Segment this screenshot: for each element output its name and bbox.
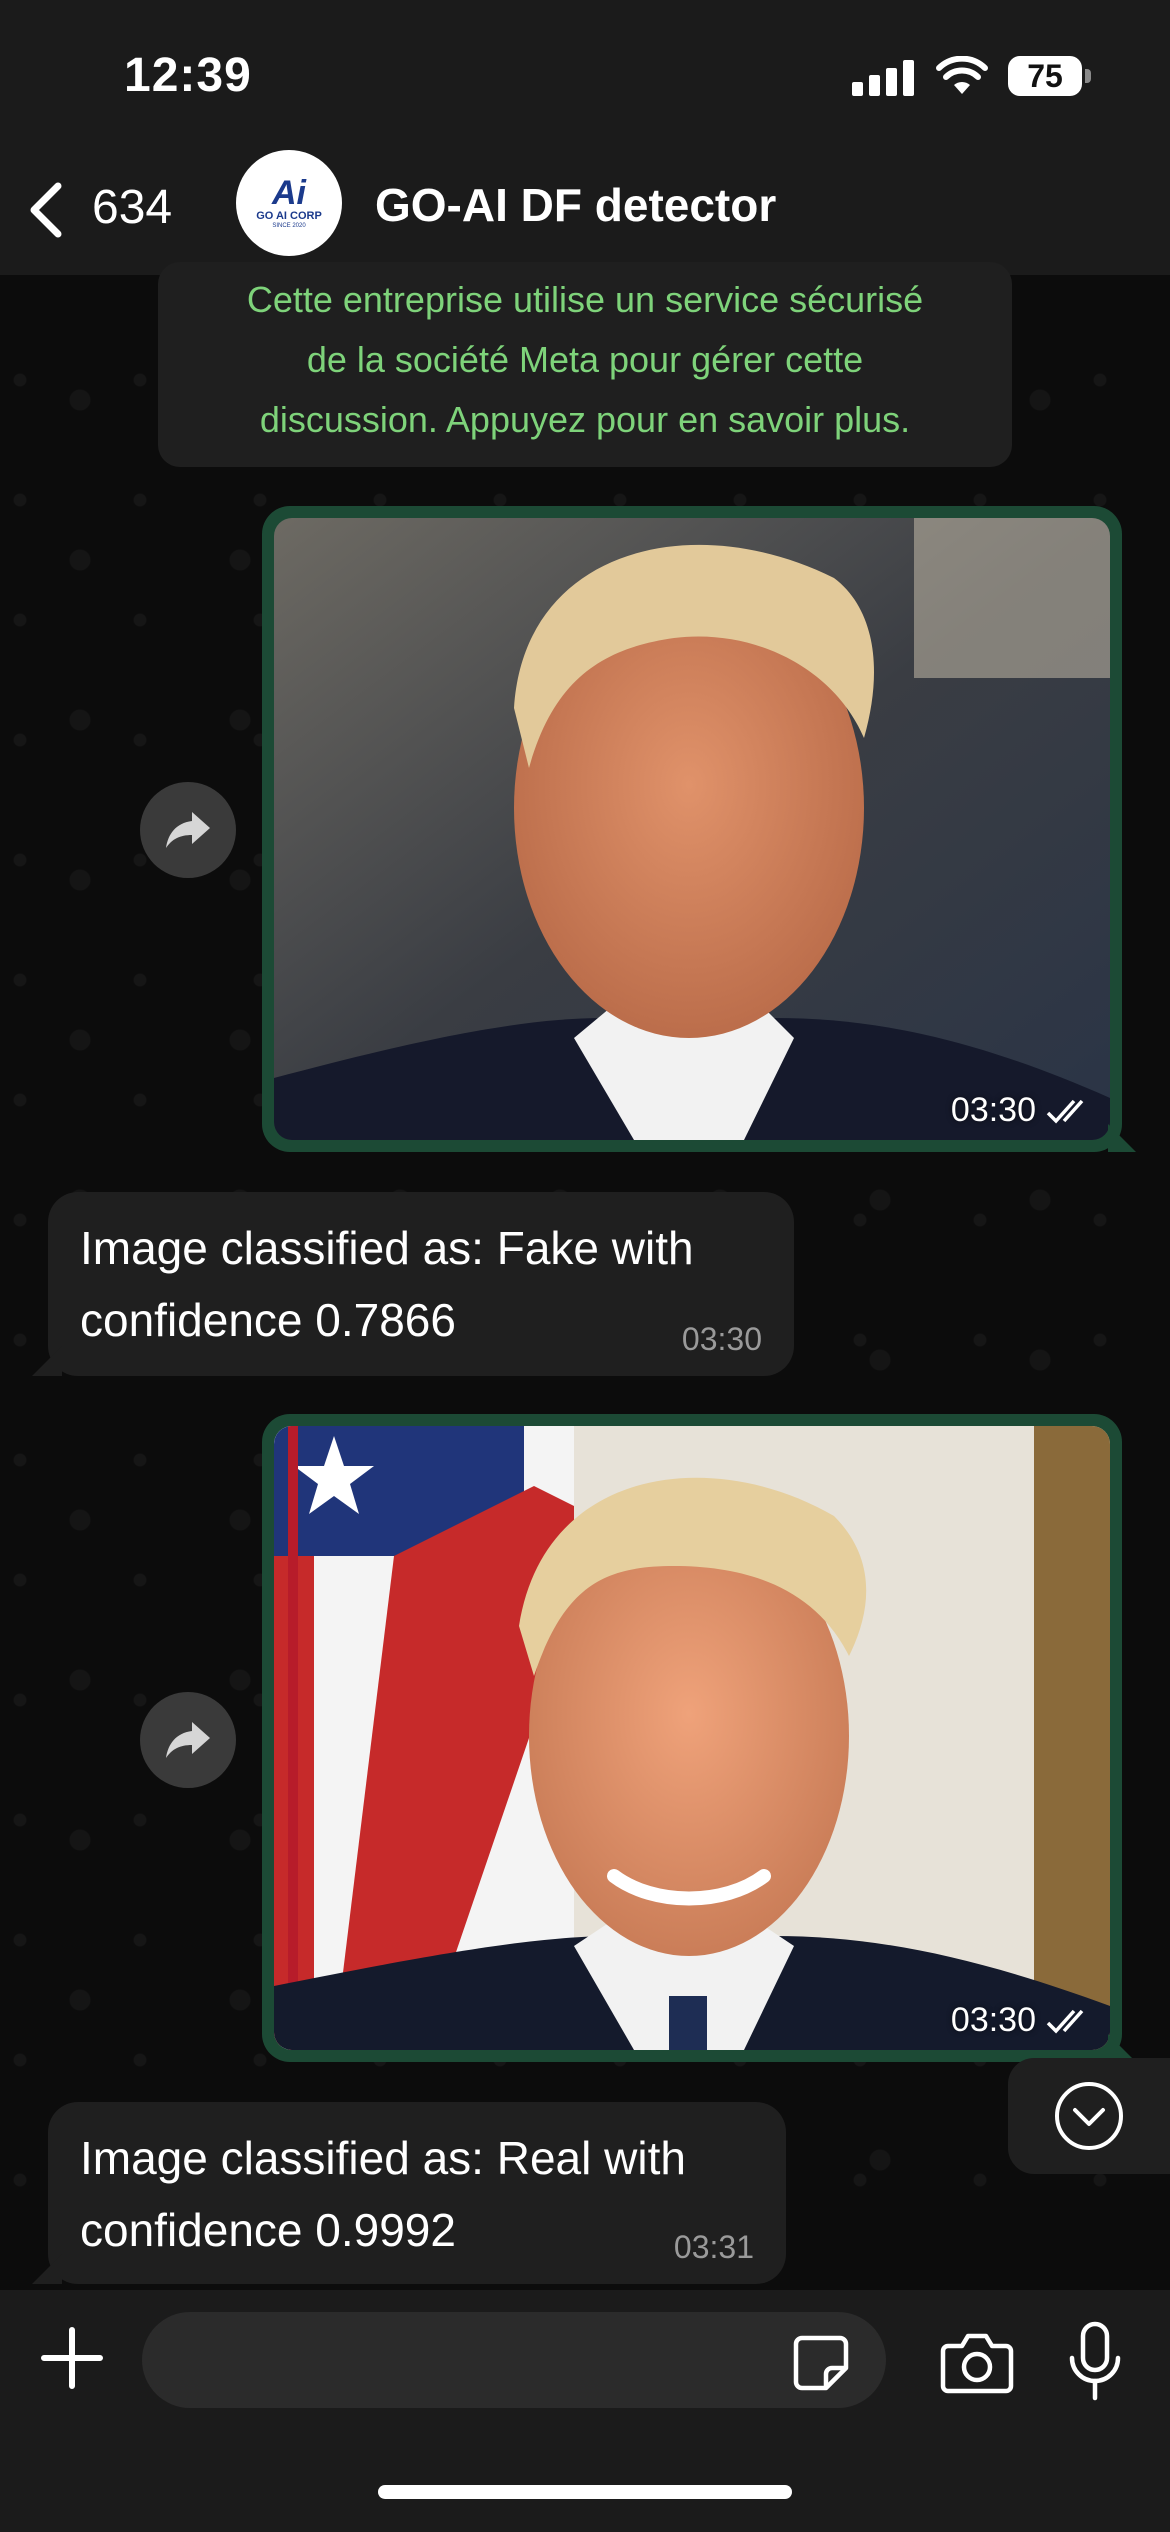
avatar-company-name: GO AI CORP [256, 210, 322, 222]
incoming-text-message[interactable]: Image classified as: Fake with confidenc… [32, 1192, 794, 1376]
back-chevron-icon[interactable] [26, 180, 66, 240]
sticker-icon[interactable] [792, 2334, 850, 2392]
scroll-to-bottom-button[interactable] [1008, 2058, 1170, 2174]
message-time: 03:30 [681, 1321, 762, 1357]
avatar-logo: Ai [272, 174, 306, 212]
forward-button[interactable] [140, 1692, 236, 1788]
chevron-down-icon [1055, 2082, 1123, 2150]
plus-icon[interactable] [40, 2326, 104, 2390]
avatar[interactable]: Ai GO AI CORP SINCE 2020 [236, 150, 342, 256]
chat-header: 634 Ai GO AI CORP SINCE 2020 GO-AI DF de… [0, 150, 1170, 275]
message-photo[interactable] [274, 1426, 1110, 2050]
message-time: 03:30 [951, 2001, 1092, 2040]
image-message[interactable]: 03:30 [262, 506, 1136, 1152]
message-text: Image classified as: Real with confidenc… [80, 2132, 686, 2256]
double-check-icon [1046, 1099, 1084, 1124]
wifi-icon [936, 56, 988, 94]
message-composer [0, 2290, 1170, 2532]
forward-icon [166, 1722, 210, 1758]
message-time: 03:30 [951, 1091, 1092, 1130]
home-indicator [378, 2485, 792, 2499]
forward-icon [166, 812, 210, 848]
incoming-text-message[interactable]: Image classified as: Real with confidenc… [32, 2102, 786, 2284]
battery-level: 75 [1008, 56, 1082, 96]
image-message[interactable]: 03:30 [262, 1414, 1136, 2062]
message-text: Image classified as: Fake with confidenc… [80, 1222, 694, 1346]
message-time: 03:31 [673, 2229, 754, 2265]
chat-title[interactable]: GO-AI DF detector [375, 178, 776, 232]
message-input[interactable] [142, 2312, 886, 2408]
status-time: 12:39 [124, 49, 252, 102]
battery-indicator: 75 [1008, 56, 1092, 96]
avatar-company-since: SINCE 2020 [272, 223, 306, 229]
forward-button[interactable] [140, 782, 236, 878]
system-notice[interactable]: Cette entreprise utilise un service sécu… [158, 262, 1012, 467]
status-bar: 12:39 75 [0, 0, 1170, 150]
mic-icon[interactable] [1066, 2320, 1124, 2404]
camera-icon[interactable] [940, 2330, 1014, 2394]
message-photo[interactable] [274, 518, 1110, 1140]
double-check-icon [1046, 2009, 1084, 2034]
system-notice-text: Cette entreprise utilise un service sécu… [246, 279, 924, 440]
cellular-signal-icon [852, 60, 914, 96]
back-unread-count[interactable]: 634 [92, 180, 172, 235]
